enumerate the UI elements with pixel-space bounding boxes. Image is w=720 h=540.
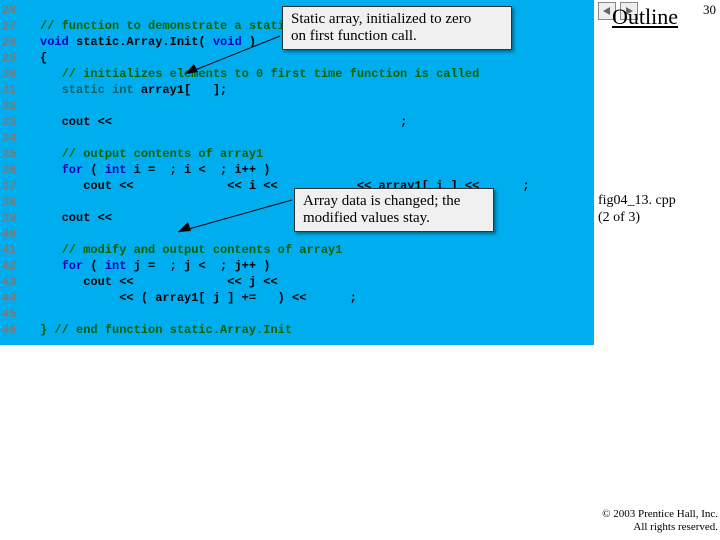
line-number: 45 (2, 306, 30, 322)
line-number: 27 (2, 18, 30, 34)
callout-text: on first function call. (291, 28, 503, 45)
line-number: 33 (2, 114, 30, 130)
line-number: 34 (2, 130, 30, 146)
line-number: 29 (2, 50, 30, 66)
line-number: 35 (2, 146, 30, 162)
code: cout << (40, 115, 119, 129)
slide: 26 27 28 29 30 31 32 33 34 35 36 37 38 3… (0, 0, 720, 540)
code: ( (83, 163, 105, 177)
code: cout << (40, 179, 141, 193)
callout-arrow-1 (180, 36, 290, 86)
copyright: © 2003 Prentice Hall, Inc. All rights re… (602, 508, 718, 534)
figure-filename: fig04_13. cpp (598, 192, 676, 209)
line-number: 32 (2, 98, 30, 114)
line-number: 44 (2, 290, 30, 306)
keyword: static int (40, 83, 134, 97)
callout-text: Static array, initialized to zero (291, 11, 503, 28)
code-comment: // output contents of array1 (40, 147, 263, 161)
right-column: Outline 30 fig04_13. cpp (2 of 3) © 2003… (596, 0, 720, 540)
line-number: 31 (2, 82, 30, 98)
keyword: int (105, 163, 127, 177)
copyright-line: © 2003 Prentice Hall, Inc. (602, 508, 718, 521)
callout-text: Array data is changed; the (303, 193, 485, 210)
code: { (40, 51, 47, 65)
line-number: 39 (2, 210, 30, 226)
callout-arrow-2 (170, 200, 300, 250)
keyword: for (40, 259, 83, 273)
figure-part: (2 of 3) (598, 209, 676, 226)
line-number: 41 (2, 242, 30, 258)
triangle-left-icon (602, 6, 612, 16)
line-number: 26 (2, 2, 30, 18)
line-number: 30 (2, 66, 30, 82)
line-number: 46 (2, 322, 30, 338)
callout-static-array: Static array, initialized to zero on fir… (282, 6, 512, 50)
callout-array-changed: Array data is changed; the modified valu… (294, 188, 494, 232)
code: cout << (40, 275, 141, 289)
keyword: int (105, 259, 127, 273)
code-comment: // function to demonstrate a static (40, 19, 292, 33)
line-number: 28 (2, 34, 30, 50)
code: ; (119, 115, 407, 129)
figure-caption: fig04_13. cpp (2 of 3) (598, 192, 676, 226)
code-comment: } // end function static.Array.Init (40, 323, 292, 337)
line-number: 38 (2, 194, 30, 210)
keyword: for (40, 163, 83, 177)
code: << ( array1[ j ] += ) << ; (40, 291, 357, 305)
keyword: void (40, 35, 69, 49)
line-number: 42 (2, 258, 30, 274)
code: ( (83, 259, 105, 273)
code: cout << (40, 211, 119, 225)
copyright-line: All rights reserved. (602, 521, 718, 534)
code: << j << (141, 275, 285, 289)
line-number: 36 (2, 162, 30, 178)
line-number: 37 (2, 178, 30, 194)
line-number: 43 (2, 274, 30, 290)
callout-text: modified values stay. (303, 210, 485, 227)
line-number: 40 (2, 226, 30, 242)
slide-number: 30 (703, 2, 716, 18)
code: j = ; j < ; j++ ) (126, 259, 270, 273)
code-area: 26 27 28 29 30 31 32 33 34 35 36 37 38 3… (0, 0, 594, 345)
line-number-gutter: 26 27 28 29 30 31 32 33 34 35 36 37 38 3… (2, 2, 30, 338)
outline-title: Outline (612, 4, 678, 30)
code: i = ; i < ; i++ ) (126, 163, 270, 177)
